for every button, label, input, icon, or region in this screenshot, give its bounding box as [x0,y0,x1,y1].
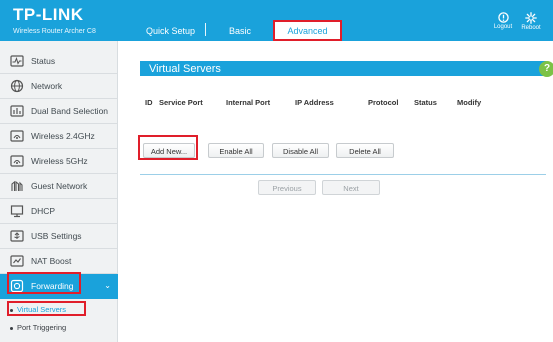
dual-band-icon [10,105,24,117]
subitem-label: Port Triggering [17,323,67,332]
status-icon [10,55,24,67]
next-button[interactable]: Next [322,180,380,195]
sidebar-item-label: DHCP [31,206,56,216]
column-header-ip-address: IP Address [295,98,334,107]
column-header-id: ID [145,98,153,107]
sidebar-item-network[interactable]: Network [0,74,118,99]
virtual-servers-highlight [7,301,86,316]
guest-network-icon [11,180,23,191]
tab-basic[interactable]: Basic [229,26,251,36]
wireless-icon [10,130,24,142]
sidebar-item-nat-boost[interactable]: NAT Boost [0,249,118,274]
usb-icon [10,230,24,242]
column-header-status: Status [414,98,437,107]
previous-button[interactable]: Previous [258,180,316,195]
sidebar-item-guest-network[interactable]: Guest Network [0,174,118,199]
model-name: Wireless Router Archer C8 [13,28,96,35]
reboot-icon [525,12,537,24]
sidebar-item-dual-band-selection[interactable]: Dual Band Selection [0,99,118,124]
wireless-icon [10,155,24,167]
reboot-button[interactable]: Reboot [519,12,543,32]
column-header-protocol: Protocol [368,98,399,107]
sidebar-item-status[interactable]: Status [0,49,118,74]
logout-button[interactable]: Logout [491,12,515,31]
brand: TP-LINK Wireless Router Archer C8 [13,6,96,36]
sidebar-item-label: Guest Network [31,181,88,191]
sidebar-item-label: Status [31,56,56,66]
sidebar-item-wireless-24ghz[interactable]: Wireless 2.4GHz [0,124,118,149]
bullet-icon [10,326,13,330]
forwarding-highlight [7,272,81,294]
subitem-port-triggering[interactable]: Port Triggering [10,323,66,332]
sidebar: Status Network Dual Band Selection Wirel… [0,41,118,342]
section-title: Virtual Servers [149,63,221,75]
section-header: Virtual Servers [140,61,546,76]
divider [140,174,546,175]
main-content: Virtual Servers ? ID Service Port Intern… [118,41,553,342]
logout-icon [497,12,509,23]
chevron-down-icon: ⌄ [104,281,111,290]
column-header-internal-port: Internal Port [226,98,271,107]
delete-all-button[interactable]: Delete All [336,143,394,158]
tp-link-logo: TP-LINK [13,5,84,24]
column-header-service-port: Service Port [159,98,203,107]
tab-quick-setup[interactable]: Quick Setup [146,26,195,36]
tab-advanced-label: Advanced [287,26,328,36]
disable-all-button[interactable]: Disable All [272,143,329,158]
sidebar-item-usb-settings[interactable]: USB Settings [0,224,118,249]
sidebar-item-label: Network [31,81,63,91]
globe-icon [10,79,24,93]
dhcp-icon [10,205,24,218]
tab-divider [205,23,206,36]
tab-advanced[interactable]: Advanced [273,20,342,41]
nat-boost-icon [10,255,24,267]
top-header: TP-LINK Wireless Router Archer C8 Quick … [0,0,553,41]
logout-label: Logout [493,24,513,30]
sidebar-item-dhcp[interactable]: DHCP [0,199,118,224]
sidebar-item-label: NAT Boost [31,256,72,266]
sidebar-item-label: Dual Band Selection [31,106,109,116]
sidebar-item-label: Wireless 5GHz [31,156,88,166]
enable-all-button[interactable]: Enable All [208,143,264,158]
sidebar-item-wireless-5ghz[interactable]: Wireless 5GHz [0,149,118,174]
reboot-label: Reboot [521,25,541,31]
add-new-button[interactable]: Add New... [143,143,195,158]
column-header-modify: Modify [457,98,482,107]
sidebar-item-label: Wireless 2.4GHz [31,131,95,141]
help-icon[interactable]: ? [539,61,553,77]
sidebar-item-label: USB Settings [31,231,82,241]
